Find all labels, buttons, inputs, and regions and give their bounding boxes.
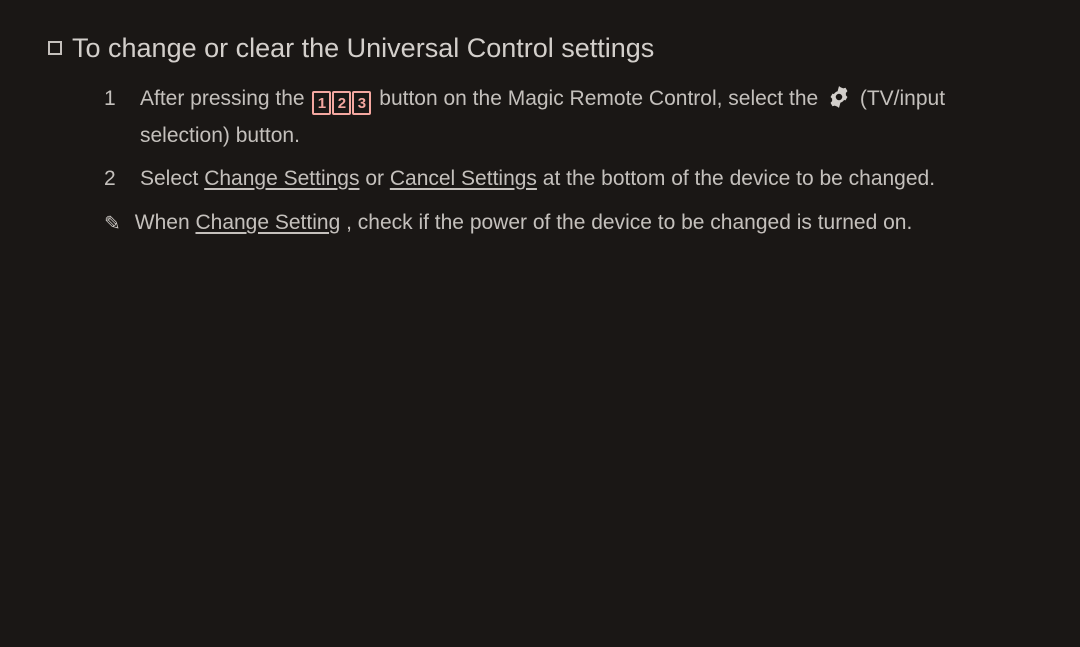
heading-text: To change or clear the Universal Control… bbox=[72, 28, 654, 69]
step-2-text-b: at the bottom of the device to be change… bbox=[543, 167, 935, 190]
step-1-text-a: After pressing the bbox=[140, 87, 310, 110]
gear-icon bbox=[826, 84, 852, 121]
section-heading: To change or clear the Universal Control… bbox=[48, 28, 1032, 69]
remote-digit-2: 2 bbox=[332, 91, 351, 115]
square-bullet-icon bbox=[48, 41, 62, 55]
note-text-a: When bbox=[135, 211, 196, 234]
step-1-number: 1 bbox=[104, 83, 122, 153]
step-1-body: After pressing the 1 2 3 button on the M… bbox=[140, 83, 1032, 153]
note-change-setting-link: Change Setting bbox=[195, 211, 340, 234]
step-list: 1 After pressing the 1 2 3 button on the… bbox=[48, 83, 1032, 196]
remote-123-icon: 1 2 3 bbox=[312, 91, 371, 115]
note-row: ✎ When Change Setting , check if the pow… bbox=[48, 207, 1032, 240]
pencil-note-icon: ✎ bbox=[104, 207, 121, 240]
step-2: 2 Select Change Settings or Cancel Setti… bbox=[104, 163, 1032, 196]
note-body: When Change Setting , check if the power… bbox=[135, 207, 913, 240]
step-1-text-b: button on the Magic Remote Control, sele… bbox=[379, 87, 824, 110]
step-2-text-a: Select bbox=[140, 167, 204, 190]
remote-digit-1: 1 bbox=[312, 91, 331, 115]
cancel-settings-link: Cancel Settings bbox=[390, 167, 537, 190]
note-text-b: , check if the power of the device to be… bbox=[346, 211, 912, 234]
step-2-body: Select Change Settings or Cancel Setting… bbox=[140, 163, 935, 196]
change-settings-link: Change Settings bbox=[204, 167, 359, 190]
step-2-or: or bbox=[365, 167, 390, 190]
step-2-number: 2 bbox=[104, 163, 122, 196]
step-1: 1 After pressing the 1 2 3 button on the… bbox=[104, 83, 1032, 153]
remote-digit-3: 3 bbox=[352, 91, 371, 115]
